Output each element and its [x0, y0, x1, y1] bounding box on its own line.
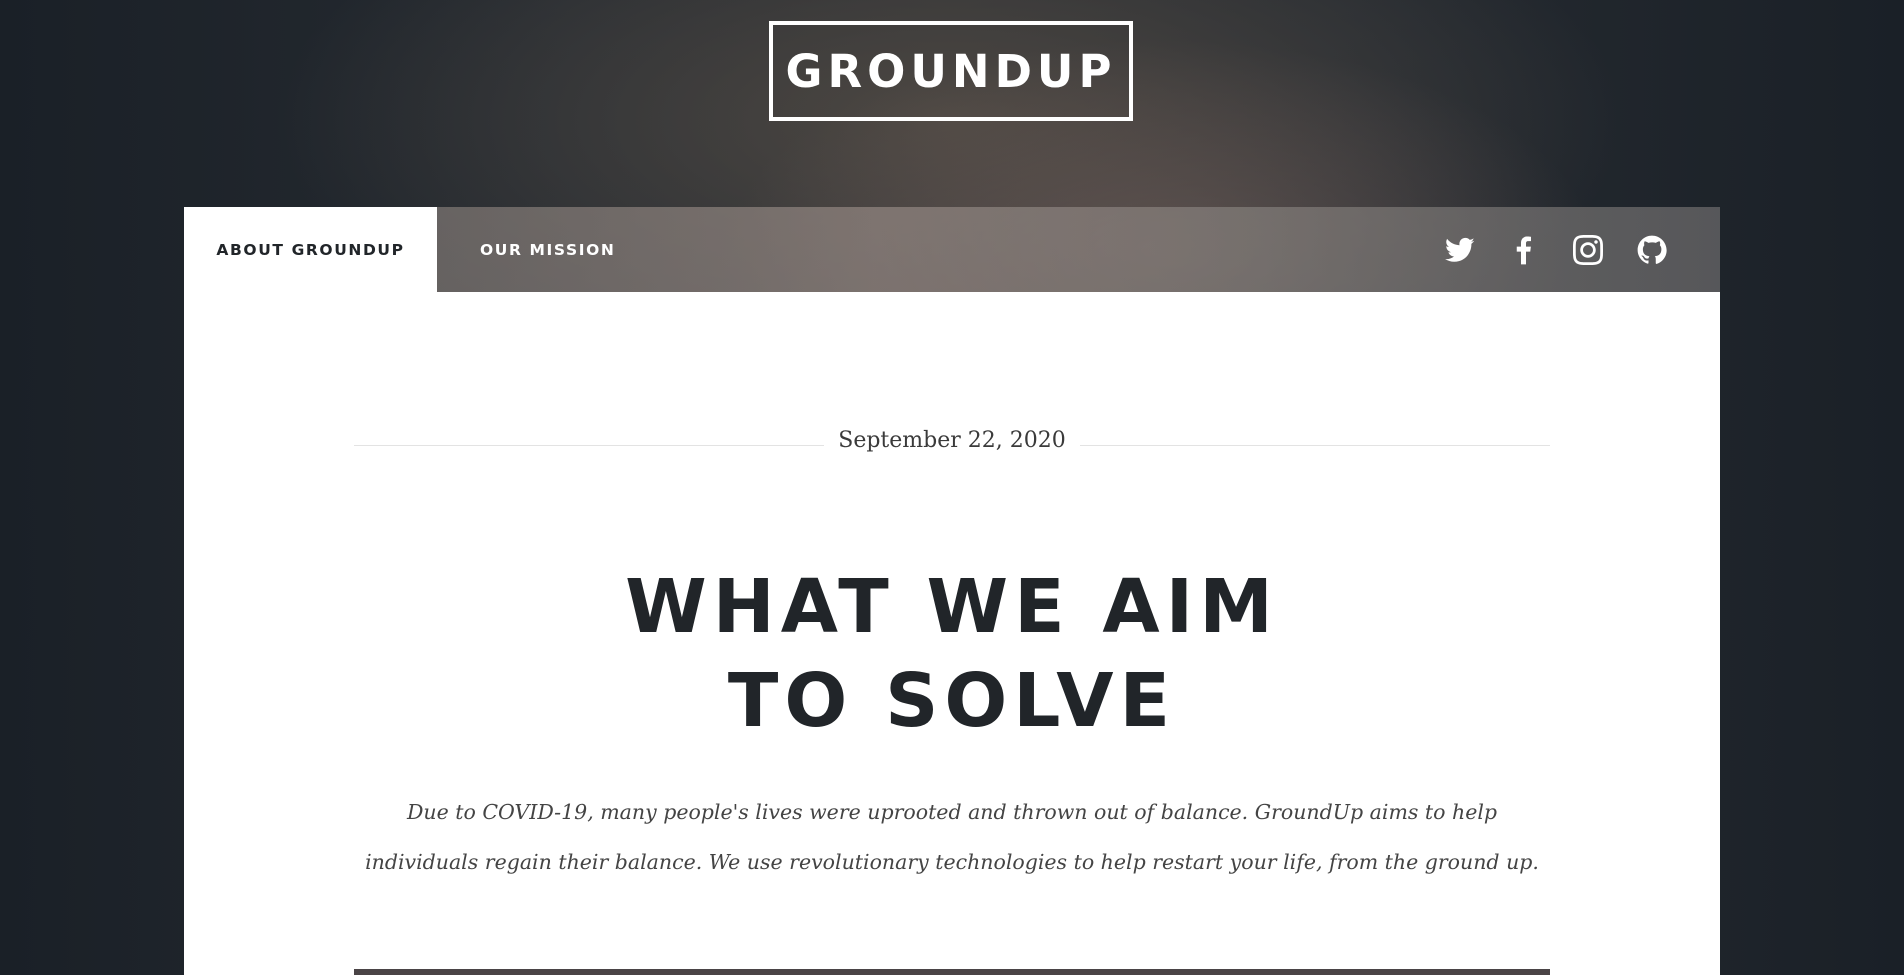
page-title: WHAT WE AIM TO SOLVE [354, 560, 1550, 748]
github-icon[interactable] [1636, 234, 1668, 266]
date-divider-left [354, 445, 824, 446]
title-line-1: WHAT WE AIM [625, 564, 1279, 650]
intro-paragraph: Due to COVID-19, many people's lives wer… [365, 800, 1539, 874]
main-nav: ABOUT GROUNDUP OUR MISSION [184, 207, 1720, 292]
site-header: GROUNDUP [0, 0, 1904, 207]
tab-about-groundup[interactable]: ABOUT GROUNDUP [184, 207, 437, 292]
facebook-icon[interactable] [1508, 234, 1540, 266]
twitter-icon[interactable] [1444, 234, 1476, 266]
featured-image-top-edge [354, 969, 1550, 975]
site-logo[interactable]: GROUNDUP [769, 21, 1133, 121]
article-card: September 22, 2020 WHAT WE AIM TO SOLVE … [184, 292, 1720, 975]
post-date: September 22, 2020 [838, 428, 1066, 453]
date-divider-right [1080, 445, 1550, 446]
tab-our-mission[interactable]: OUR MISSION [480, 207, 615, 292]
title-line-2: TO SOLVE [727, 658, 1177, 744]
social-links [1444, 207, 1668, 292]
instagram-icon[interactable] [1572, 234, 1604, 266]
